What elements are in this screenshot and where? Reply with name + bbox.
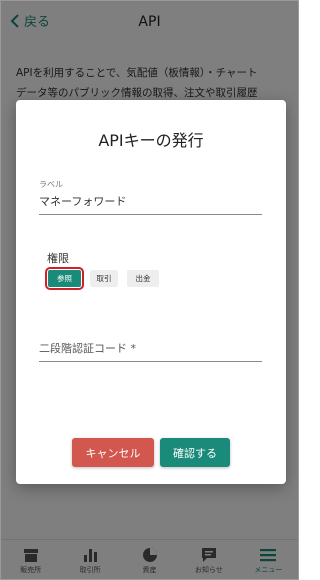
app-screen: 戻る API APIを利用することで、気配値（板情報）・チャート データ等のパブ… <box>0 0 299 580</box>
permissions-heading: 権限 <box>47 252 69 265</box>
label-input[interactable]: マネーフォワード <box>39 193 126 209</box>
code-input-underline <box>39 361 262 362</box>
permission-chip-read[interactable]: 参照 <box>45 267 84 290</box>
permission-chip-trade[interactable]: 取引 <box>90 270 118 287</box>
label-field-label: ラベル <box>39 180 63 189</box>
two-factor-code-input[interactable]: 二段階認証コード * <box>39 340 136 356</box>
confirm-button[interactable]: 確認する <box>160 438 230 467</box>
label-input-underline <box>39 214 262 215</box>
cancel-button[interactable]: キャンセル <box>72 438 154 467</box>
permission-chip-withdraw[interactable]: 出金 <box>127 270 159 287</box>
dialog-title: APIキーの発行 <box>98 131 204 150</box>
api-key-dialog: APIキーの発行 ラベル マネーフォワード 権限 参照 取引 出金 二段階認証コ… <box>16 100 286 484</box>
